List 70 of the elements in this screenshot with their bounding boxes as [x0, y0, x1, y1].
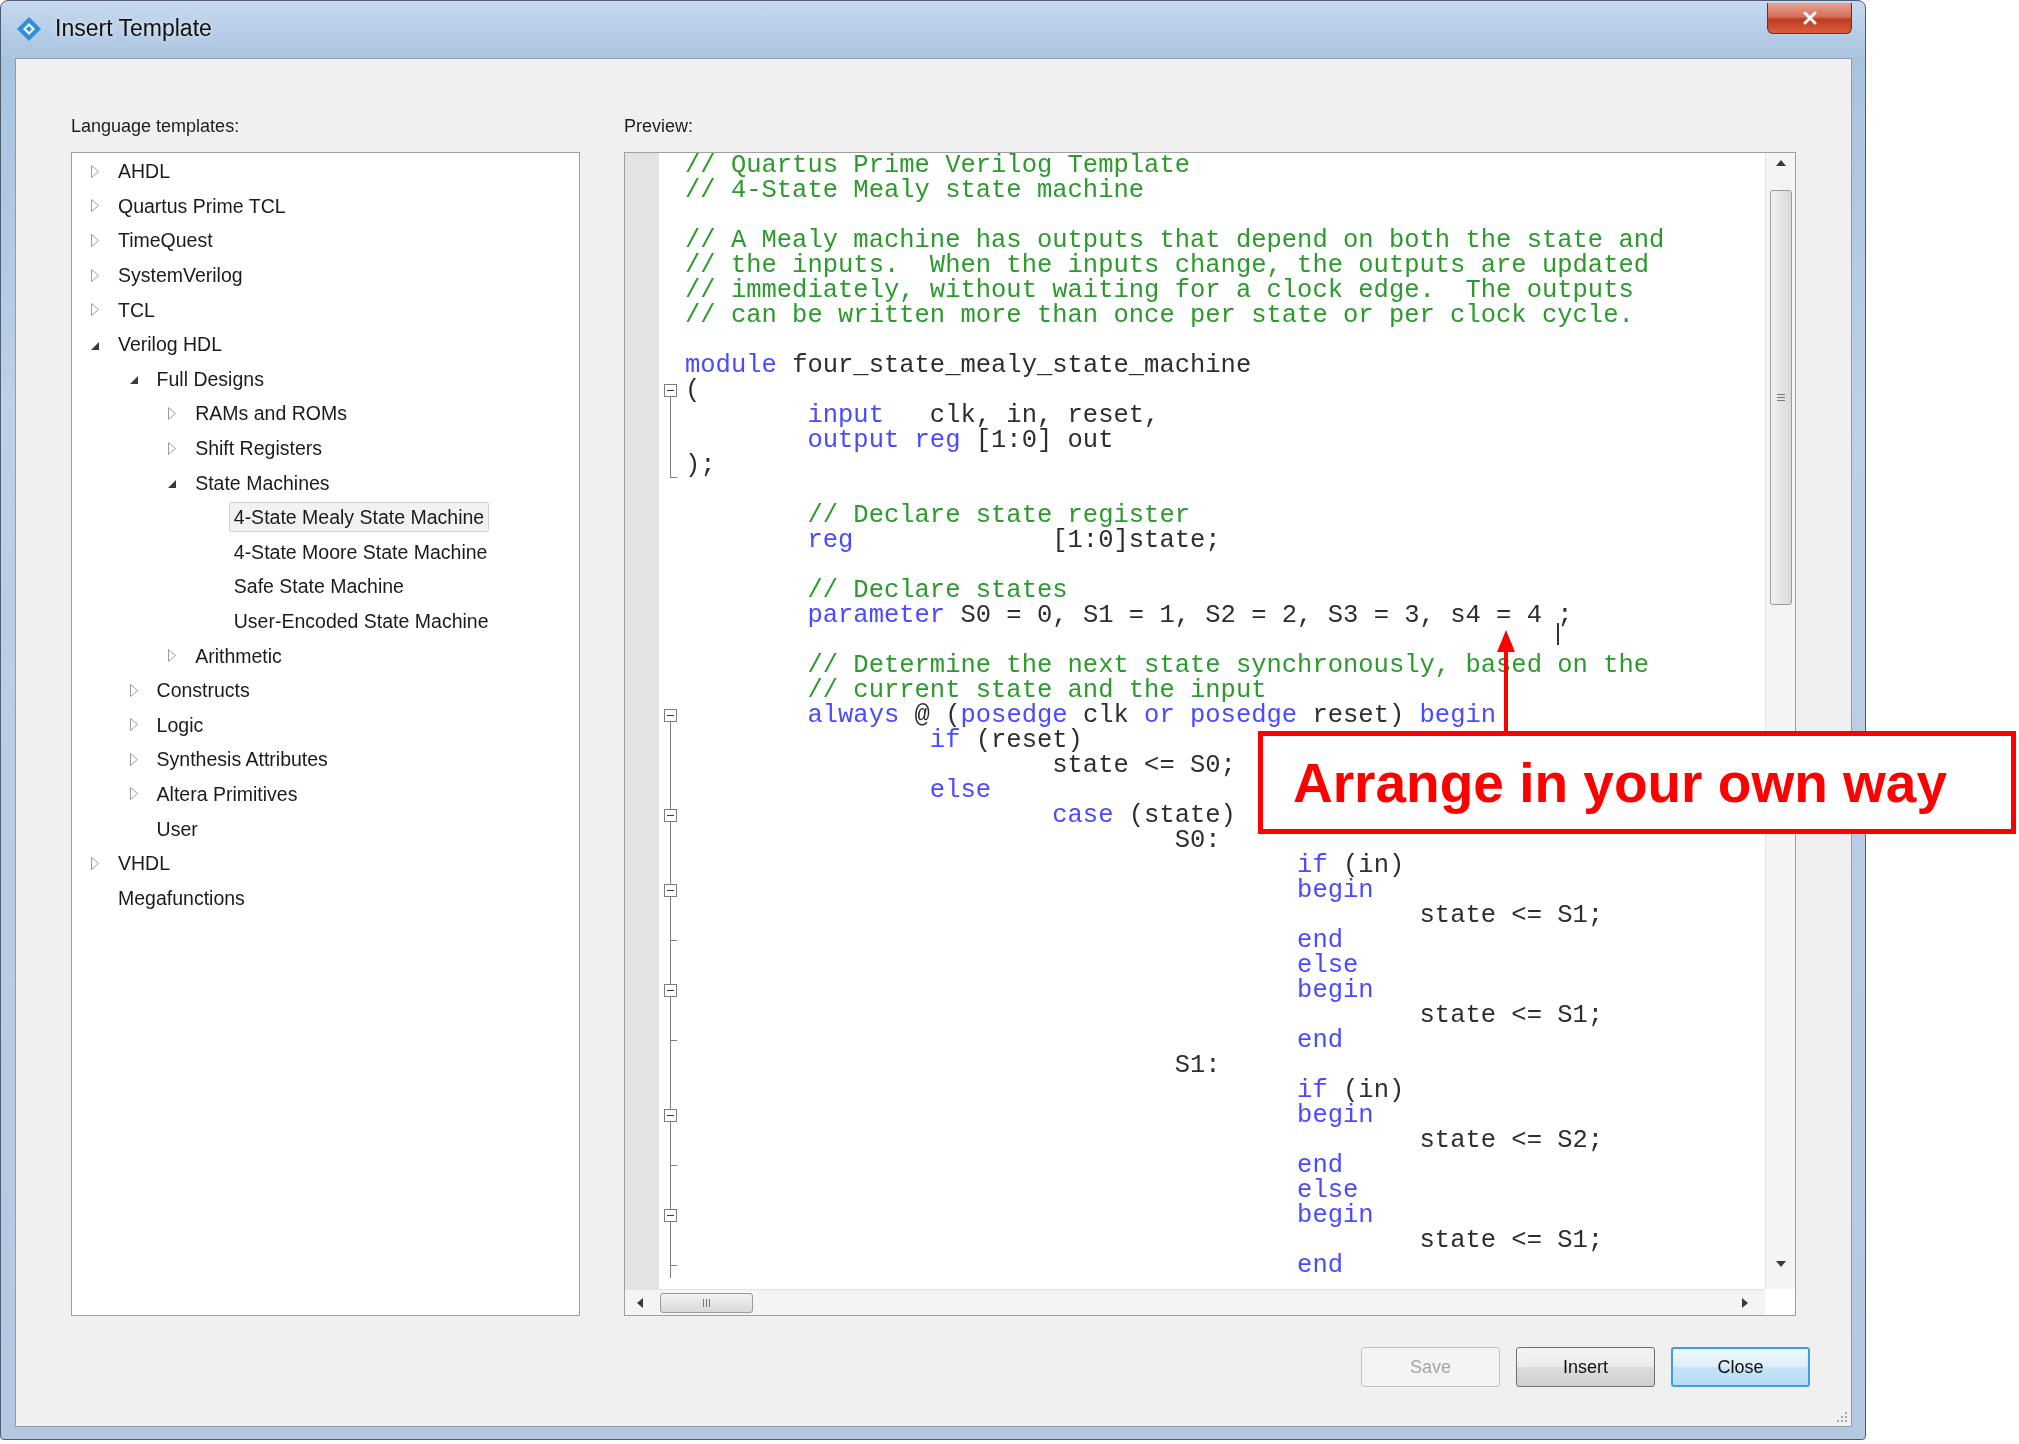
code-line: reg [1:0]state; — [807, 526, 1221, 555]
tree-item[interactable]: Logic — [151, 709, 209, 740]
tree-item[interactable]: User — [151, 813, 203, 844]
tree-expander-icon[interactable] — [168, 480, 177, 489]
code-line: // 4-State Mealy state machine — [685, 176, 1145, 205]
tree-item[interactable]: VHDL — [113, 848, 176, 879]
window-title: Insert Template — [55, 14, 212, 42]
tree-item[interactable]: TCL — [113, 294, 160, 325]
diamond-icon — [17, 17, 41, 41]
tree-item[interactable]: Megafunctions — [113, 882, 250, 913]
tree-item[interactable]: TimeQuest — [113, 225, 218, 256]
dialog-button[interactable]: Insert — [1516, 1347, 1655, 1387]
panel-label: Preview: — [624, 115, 694, 137]
tree-item[interactable]: 4-State Mealy State Machine — [228, 502, 490, 533]
code-line: begin — [1297, 976, 1374, 1005]
grip-icon — [703, 1298, 710, 1307]
code-line: end — [1297, 1026, 1344, 1055]
horizontal-scrollbar[interactable] — [625, 1289, 1765, 1315]
code-line: begin — [1297, 1101, 1374, 1130]
dialog-button[interactable]: Close — [1671, 1347, 1810, 1387]
code-line: begin — [1297, 876, 1374, 905]
code-line: // can be written more than once per state or per clock cycle. — [685, 301, 1634, 330]
tree-item[interactable]: Verilog HDL — [113, 329, 228, 360]
collapse-icon[interactable] — [664, 809, 677, 822]
tree-expander-icon[interactable] — [91, 341, 99, 350]
close-button[interactable] — [1767, 3, 1852, 34]
tree-item[interactable]: Constructs — [151, 675, 255, 706]
code-line: else — [929, 776, 992, 805]
grip-icon — [1776, 394, 1785, 401]
tree-item[interactable]: State Machines — [190, 467, 335, 498]
tree-item[interactable]: Arithmetic — [190, 640, 287, 671]
panel-label: Language templates: — [71, 115, 240, 137]
tree-item[interactable]: Altera Primitives — [151, 779, 303, 809]
code-line: ( — [685, 376, 701, 405]
tree-item[interactable]: Quartus Prime TCL — [113, 190, 291, 221]
code-line: output reg [1:0] out — [807, 426, 1114, 455]
code-line: begin — [1297, 1201, 1374, 1230]
scroll-up-arrow-icon[interactable] — [1775, 160, 1786, 166]
tree-item[interactable]: Full Designs — [151, 363, 269, 394]
scroll-left-arrow-icon[interactable] — [637, 1297, 643, 1308]
scrollbar-thumb[interactable] — [1769, 190, 1792, 605]
scroll-down-arrow-icon[interactable] — [1775, 1261, 1786, 1267]
tree-item[interactable]: RAMs and ROMs — [190, 398, 352, 429]
tree-item[interactable]: Safe State Machine — [228, 571, 409, 602]
close-icon — [1801, 11, 1818, 25]
scroll-right-arrow-icon[interactable] — [1742, 1297, 1748, 1308]
scrollbar-thumb[interactable] — [660, 1292, 753, 1313]
tree-item[interactable]: User-Encoded State Machine — [228, 606, 494, 636]
collapse-icon[interactable] — [664, 1109, 677, 1122]
collapse-icon[interactable] — [664, 1209, 677, 1222]
tree-item[interactable]: Synthesis Attributes — [151, 744, 333, 775]
code-line: S1: — [1174, 1051, 1221, 1080]
code-line: ); — [685, 451, 716, 480]
collapse-icon[interactable] — [664, 384, 677, 397]
tree-item[interactable]: 4-State Moore State Machine — [228, 536, 493, 567]
tree-item[interactable]: AHDL — [113, 156, 176, 187]
collapse-icon[interactable] — [664, 984, 677, 997]
tree-expander-icon[interactable] — [129, 376, 138, 385]
collapse-icon[interactable] — [664, 709, 677, 722]
collapse-icon[interactable] — [664, 884, 677, 897]
code-line: end — [1297, 1251, 1344, 1280]
code-line: state <= S1; — [1419, 901, 1604, 930]
code-line: state <= S1; — [1419, 1001, 1604, 1030]
resize-grip-icon[interactable] — [1835, 1410, 1847, 1422]
text-cursor — [1557, 623, 1559, 645]
code-line: state <= S2; — [1419, 1126, 1604, 1155]
tree-item[interactable]: SystemVerilog — [113, 260, 248, 291]
tree-item[interactable]: Shift Registers — [190, 433, 327, 464]
code-line: state <= S1; — [1419, 1226, 1604, 1255]
annotation-callout: Arrange in your own way — [1258, 731, 2016, 834]
